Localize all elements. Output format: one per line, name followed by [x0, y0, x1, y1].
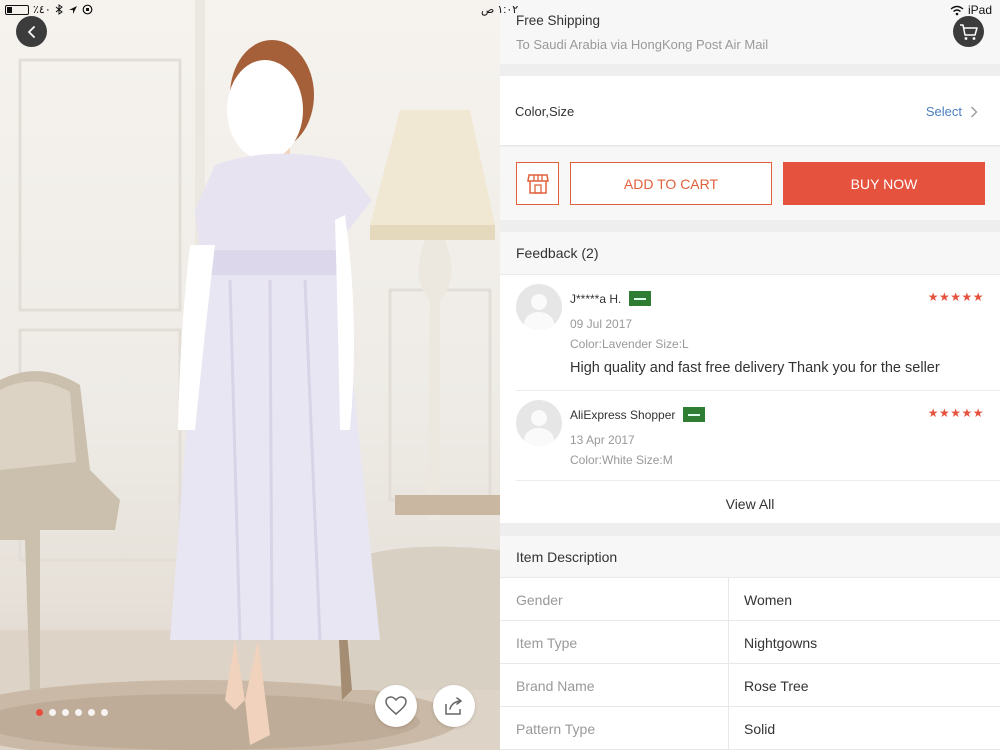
variant-label: Color,Size	[515, 104, 575, 119]
saudi-flag-icon	[683, 407, 706, 422]
share-icon	[445, 697, 463, 715]
spec-value: Solid	[744, 721, 776, 737]
wishlist-button[interactable]	[375, 685, 417, 727]
reviewer-name: J*****a H.	[570, 291, 622, 306]
store-icon	[526, 173, 549, 194]
spec-divider	[728, 707, 729, 750]
cart-icon	[959, 23, 978, 40]
feedback-title: Feedback (2)	[516, 245, 599, 261]
item-description-section: Item Description Gender Women Item Type …	[500, 536, 1000, 750]
gallery-dot[interactable]	[36, 709, 43, 716]
shipping-title: Free Shipping	[516, 13, 601, 28]
purchase-actions: ADD TO CART BUY NOW	[500, 147, 1000, 220]
spec-divider	[728, 621, 729, 664]
spec-row: Brand Name Rose Tree	[500, 664, 1000, 707]
avatar	[516, 400, 562, 446]
star-rating: ★★★★★	[927, 290, 984, 304]
saudi-flag-icon	[629, 291, 652, 306]
review-divider	[516, 480, 1000, 481]
review-text: High quality and fast free delivery Than…	[570, 360, 940, 376]
review-date: 09 Jul 2017	[570, 317, 633, 331]
gallery-dot[interactable]	[62, 709, 69, 716]
reviewer-name-row: J*****a H.	[570, 291, 652, 306]
reviewer-name: AliExpress Shopper	[570, 407, 676, 422]
gallery-dot[interactable]	[101, 709, 108, 716]
spec-key: Pattern Type	[516, 721, 596, 737]
review-sku: Color:Lavender Size:L	[570, 337, 689, 351]
spec-key: Gender	[516, 592, 563, 608]
select-label: Select	[925, 104, 962, 119]
buy-now-button[interactable]: BUY NOW	[783, 162, 985, 205]
gallery-pagination[interactable]	[36, 709, 108, 716]
review-item: AliExpress Shopper ★★★★★ 13 Apr 2017 Col…	[516, 400, 984, 480]
spec-value: Nightgowns	[744, 635, 818, 651]
store-button[interactable]	[516, 162, 559, 205]
gallery-dot[interactable]	[75, 709, 82, 716]
feedback-header: Feedback (2)	[500, 232, 1000, 275]
description-title: Item Description	[516, 549, 618, 565]
view-all-feedback-button[interactable]: View All	[500, 485, 1000, 523]
add-to-cart-button[interactable]: ADD TO CART	[570, 162, 772, 205]
product-detail-pane[interactable]: Free Shipping To Saudi Arabia via HongKo…	[500, 0, 1000, 750]
spec-divider	[728, 578, 729, 621]
shipping-section: Free Shipping To Saudi Arabia via HongKo…	[500, 0, 1000, 64]
description-header: Item Description	[500, 536, 1000, 578]
spec-key: Item Type	[516, 635, 578, 651]
shipping-subtitle: To Saudi Arabia via HongKong Post Air Ma…	[516, 37, 769, 52]
avatar	[516, 284, 562, 330]
select-variant-button[interactable]: Select	[926, 104, 978, 119]
spec-row: Gender Women	[500, 578, 1000, 621]
spec-row: Pattern Type Solid	[500, 707, 1000, 750]
review-date: 13 Apr 2017	[570, 433, 635, 447]
star-rating: ★★★★★	[927, 406, 984, 420]
spec-value: Rose Tree	[744, 678, 809, 694]
gallery-dot[interactable]	[88, 709, 95, 716]
reviewer-name-row: AliExpress Shopper	[570, 407, 706, 422]
spec-value: Women	[744, 592, 792, 608]
spec-divider	[728, 664, 729, 707]
chevron-left-icon	[27, 25, 35, 38]
cart-button[interactable]	[953, 16, 984, 47]
gallery-dot[interactable]	[49, 709, 56, 716]
feedback-section: Feedback (2) J*****a H. ★★★★★ 09 Jul 201…	[500, 232, 1000, 523]
spec-row: Item Type Nightgowns	[500, 621, 1000, 664]
review-sku: Color:White Size:M	[570, 453, 673, 467]
review-divider	[516, 390, 1000, 391]
product-image-gallery[interactable]	[0, 0, 500, 750]
share-button[interactable]	[433, 685, 475, 727]
back-button[interactable]	[16, 16, 47, 47]
spec-key: Brand Name	[516, 678, 595, 694]
review-item: J*****a H. ★★★★★ 09 Jul 2017 Color:Laven…	[516, 284, 984, 384]
heart-icon	[385, 696, 407, 715]
product-photo	[0, 0, 500, 750]
variant-selector[interactable]: Color,Size Select	[500, 76, 1000, 146]
app-root: ٪٤٠ ١:٠٢ ص iPad Free Shipping To Saudi A…	[0, 0, 1000, 750]
chevron-right-icon	[971, 106, 978, 117]
